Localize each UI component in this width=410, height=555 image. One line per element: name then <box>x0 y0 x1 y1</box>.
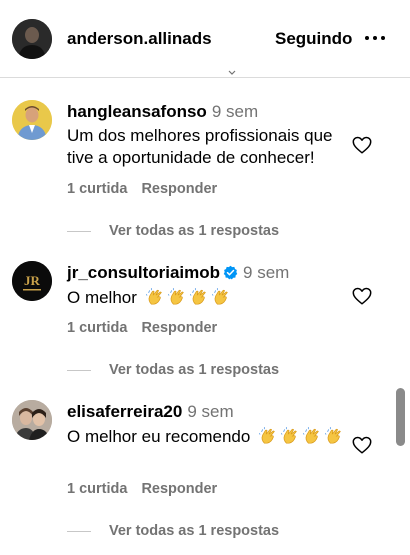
likes-count[interactable]: 1 curtida <box>67 320 127 336</box>
replies-divider-line <box>67 369 91 371</box>
view-replies-label: Ver todas as 1 respostas <box>109 523 280 539</box>
following-button[interactable]: Seguindo <box>275 29 352 49</box>
reply-button[interactable]: Responder <box>141 320 217 336</box>
comment-text: Um dos melhores profissionais que tive a… <box>67 125 333 169</box>
like-heart-icon[interactable] <box>351 134 373 156</box>
replies-divider-line <box>67 530 91 532</box>
like-heart-icon[interactable] <box>351 285 373 307</box>
commenter-username[interactable]: hangleansafonso <box>67 102 207 121</box>
view-replies-label: Ver todas as 1 respostas <box>109 223 280 239</box>
replies-divider-line <box>67 230 91 232</box>
clapping-hands-emojis <box>255 427 343 446</box>
view-replies-label: Ver todas as 1 respostas <box>109 362 280 378</box>
chevron-down-icon <box>228 70 236 75</box>
comment-timestamp: 9 sem <box>187 402 234 421</box>
comment-timestamp: 9 sem <box>243 263 290 282</box>
view-replies-button[interactable]: Ver todas as 1 respostas <box>67 523 279 539</box>
comment-text-line: tive a oportunidade de conhecer! <box>67 148 315 167</box>
comment-actions: 1 curtida Responder <box>67 320 231 336</box>
clapping-hands-icon <box>167 288 186 306</box>
commenter-username[interactable]: jr_consultoriaimob <box>67 263 220 282</box>
svg-text:JR: JR <box>24 273 41 288</box>
clapping-hands-icon <box>211 288 230 306</box>
clapping-hands-icon <box>189 288 208 306</box>
comment-text: O melhor <box>67 287 230 309</box>
view-replies-button[interactable]: Ver todas as 1 respostas <box>67 362 279 378</box>
clapping-hands-icon <box>145 288 164 306</box>
likes-count[interactable]: 1 curtida <box>67 181 127 197</box>
reply-button[interactable]: Responder <box>141 181 217 197</box>
view-replies-button[interactable]: Ver todas as 1 respostas <box>67 223 279 239</box>
post-header: anderson.allinads Seguindo <box>0 0 410 78</box>
clapping-hands-emojis <box>142 288 230 307</box>
comment-text-line: O melhor eu recomendo <box>67 427 251 446</box>
commenter-avatar[interactable] <box>12 100 52 140</box>
comment-actions: 1 curtida Responder <box>67 181 231 197</box>
clapping-hands-icon <box>324 427 343 445</box>
like-heart-icon[interactable] <box>351 434 373 456</box>
clapping-hands-icon <box>258 427 277 445</box>
author-username[interactable]: anderson.allinads <box>67 29 212 49</box>
clapping-hands-icon <box>280 427 299 445</box>
clapping-hands-icon <box>302 427 321 445</box>
scrollbar-thumb[interactable] <box>396 388 405 446</box>
comment-text: O melhor eu recomendo <box>67 426 347 448</box>
reply-button[interactable]: Responder <box>141 481 217 497</box>
more-options-icon[interactable] <box>365 34 387 42</box>
verified-badge-icon <box>223 265 238 280</box>
commenter-avatar[interactable]: JR <box>12 261 52 301</box>
comment-timestamp: 9 sem <box>211 102 259 121</box>
commenter-username[interactable]: elisaferreira20 <box>67 402 182 421</box>
commenter-avatar[interactable] <box>12 400 52 440</box>
author-avatar[interactable] <box>12 19 52 59</box>
comment-text-line: Um dos melhores profissionais que <box>67 126 333 145</box>
likes-count[interactable]: 1 curtida <box>67 481 127 497</box>
comment-actions: 1 curtida Responder <box>67 481 231 497</box>
comment-text-line: O melhor <box>67 288 137 307</box>
